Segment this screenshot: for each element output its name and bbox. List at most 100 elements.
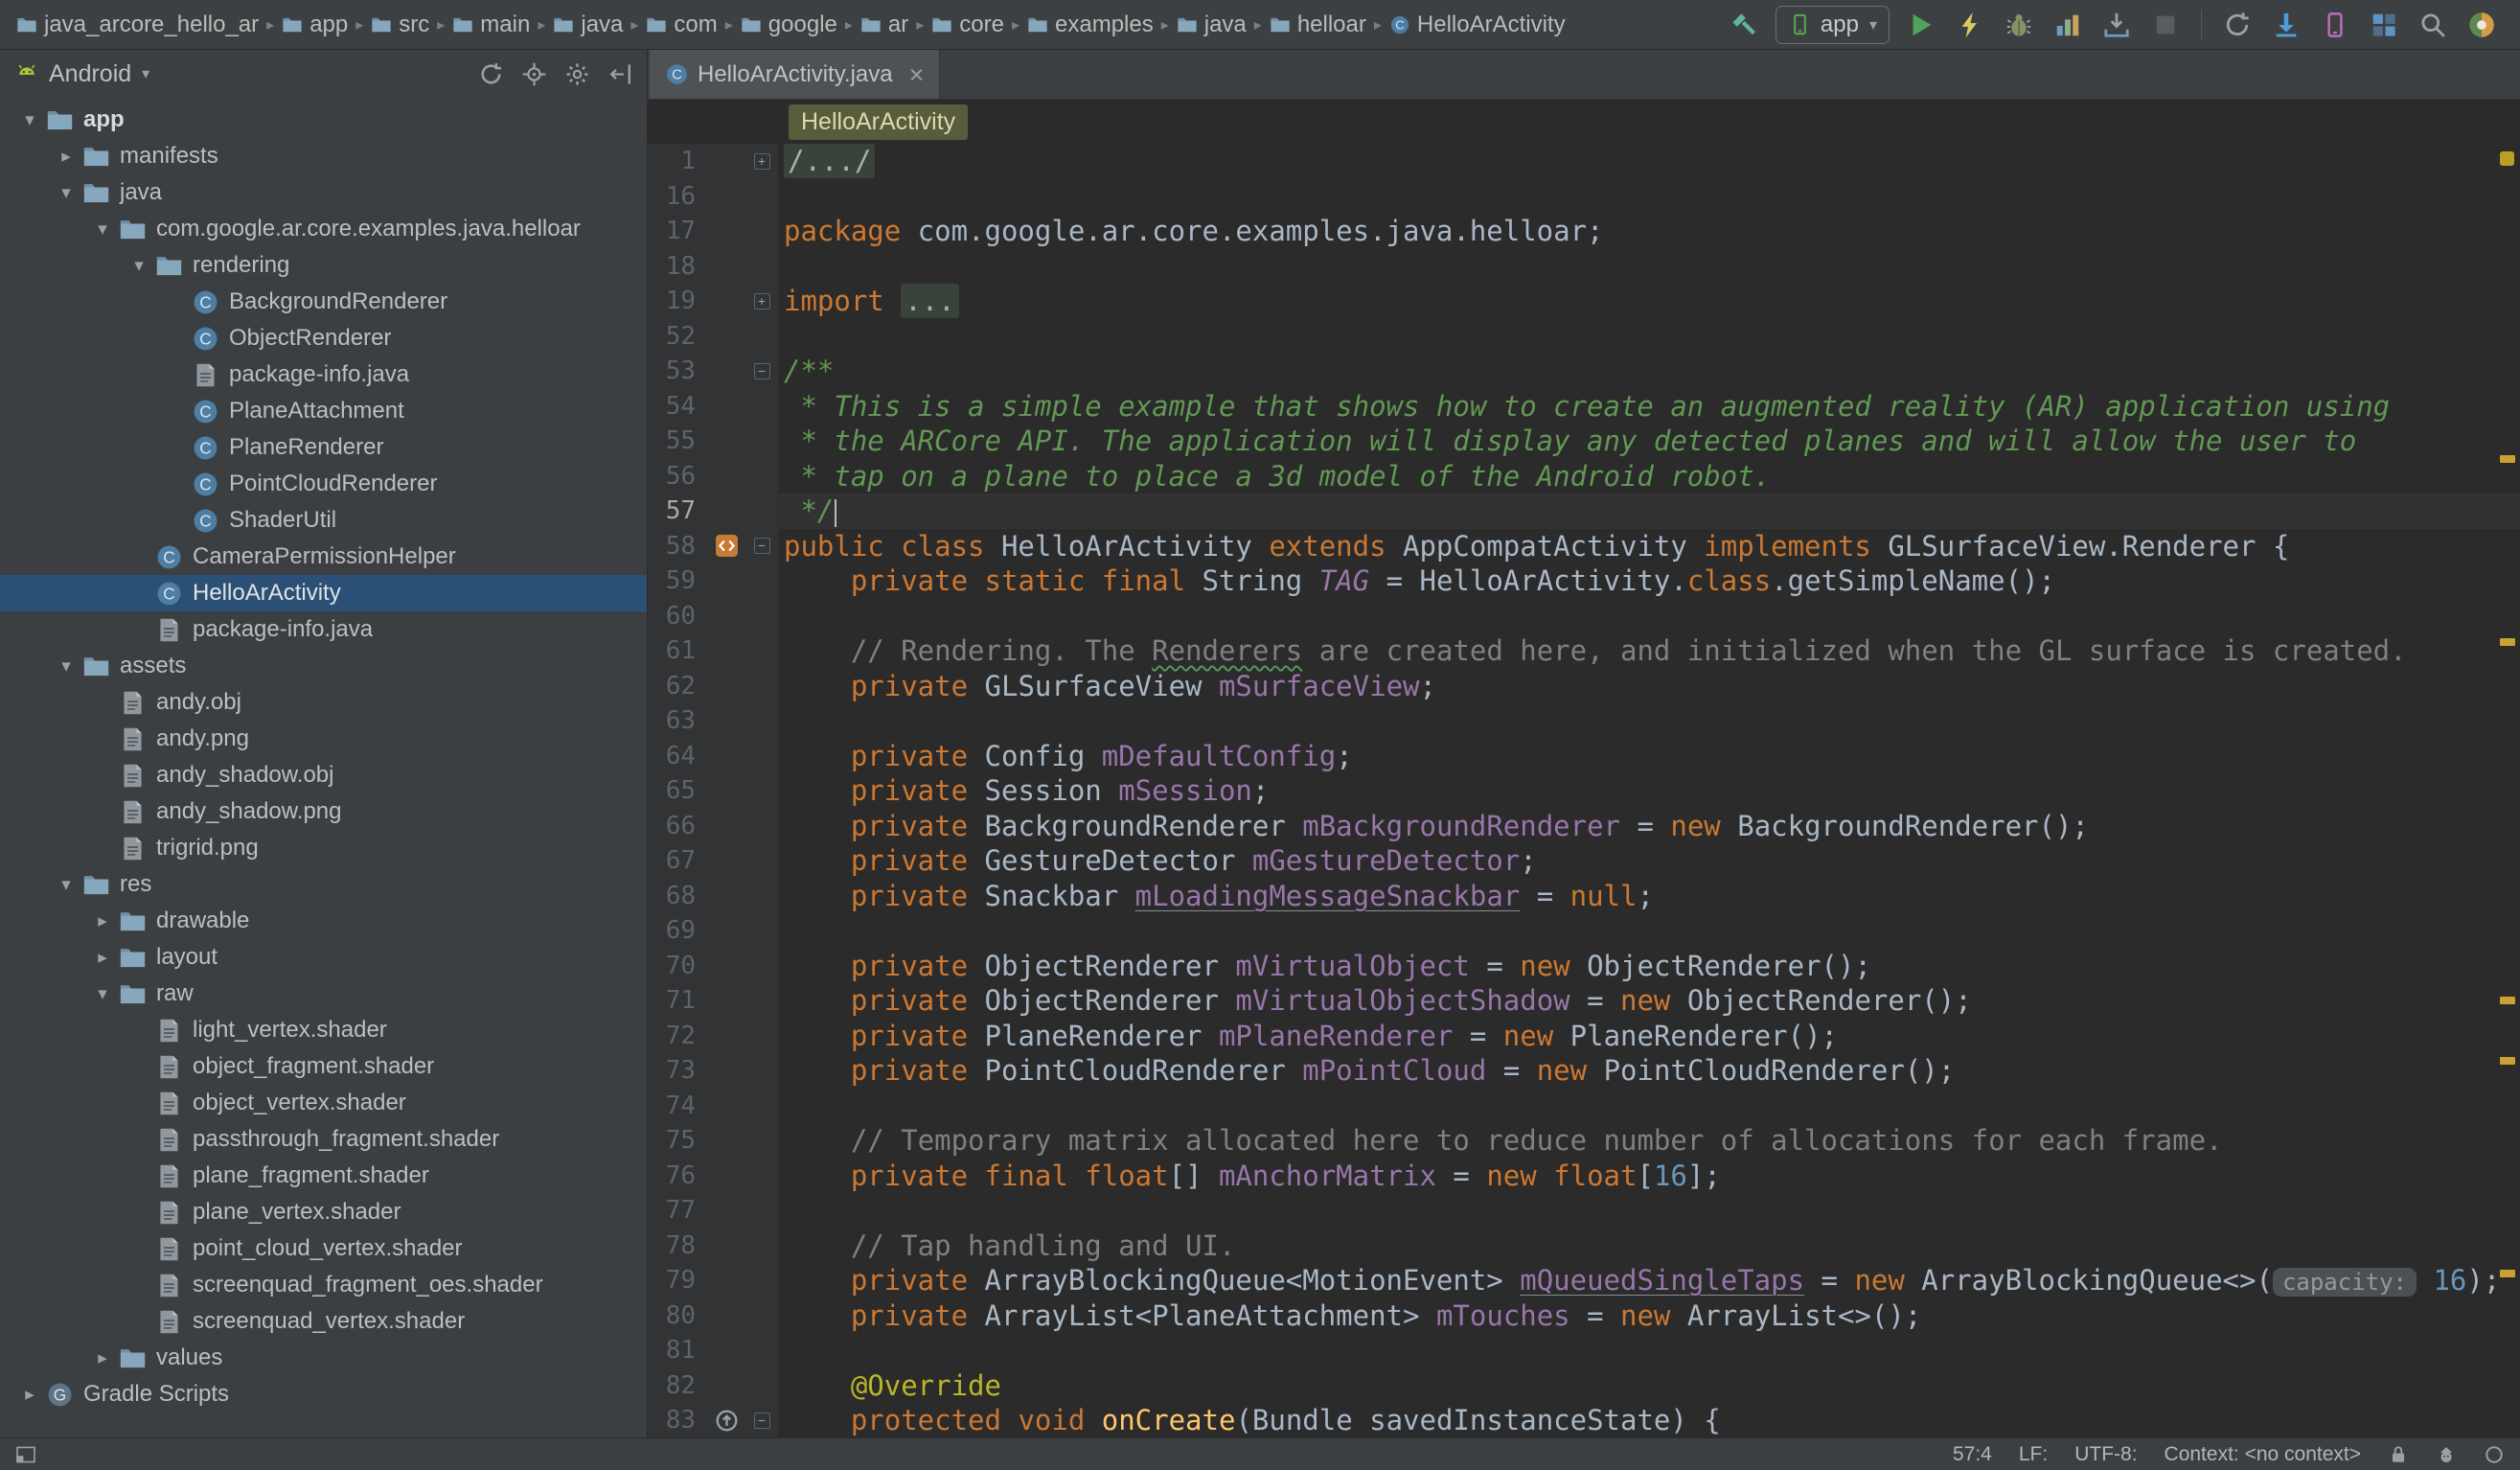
breadcrumb-item-ar[interactable]: ar	[856, 9, 913, 41]
tree-item-object-fragment-shader[interactable]: object_fragment.shader	[0, 1048, 647, 1085]
warning-stripe-mark[interactable]	[2500, 1057, 2515, 1065]
tree-item-manifests[interactable]: ▸manifests	[0, 138, 647, 174]
warning-stripe-mark[interactable]	[2500, 997, 2515, 1004]
code-text[interactable]: // Rendering. The Renderers are created …	[778, 633, 2520, 669]
context-widget[interactable]: Context: <no context>	[2165, 1443, 2361, 1466]
fold-collapse-icon[interactable]: −	[745, 538, 778, 554]
run-config-select[interactable]: app▾	[1775, 6, 1890, 44]
event-log-icon[interactable]	[2484, 1444, 2505, 1465]
breadcrumb-item-helloaractivity[interactable]: CHelloArActivity	[1385, 9, 1570, 41]
profiler-button[interactable]	[2050, 8, 2085, 42]
breadcrumb-item-helloar[interactable]: helloar	[1265, 9, 1371, 41]
tree-item-app[interactable]: ▾app	[0, 102, 647, 138]
code-text[interactable]: * tap on a plane to place a 3d model of …	[778, 459, 2520, 494]
fold-collapse-icon[interactable]: −	[745, 363, 778, 379]
lock-icon[interactable]	[2388, 1444, 2409, 1465]
breadcrumb-item-core[interactable]: core	[927, 9, 1009, 41]
breadcrumb-item-google[interactable]: google	[736, 9, 842, 41]
code-text[interactable]: private ObjectRenderer mVirtualObject = …	[778, 949, 2520, 984]
warning-stripe-mark[interactable]	[2500, 638, 2515, 646]
tree-item-assets[interactable]: ▾assets	[0, 648, 647, 684]
code-text[interactable]: /.../	[778, 144, 2520, 179]
chevron-expanded-icon[interactable]: ▾	[123, 255, 155, 277]
tree-item-gradle-scripts[interactable]: ▸GGradle Scripts	[0, 1376, 647, 1413]
encoding-widget[interactable]: UTF-8:	[2074, 1443, 2137, 1466]
code-text[interactable]: @Override	[778, 1368, 2520, 1404]
tree-item-plane-fragment-shader[interactable]: plane_fragment.shader	[0, 1158, 647, 1194]
tree-item-trigrid-png[interactable]: trigrid.png	[0, 830, 647, 866]
code-text[interactable]: package com.google.ar.core.examples.java…	[778, 214, 2520, 249]
chevron-collapsed-icon[interactable]: ▸	[86, 910, 119, 932]
tree-item-res[interactable]: ▾res	[0, 866, 647, 903]
tree-item-rendering[interactable]: ▾rendering	[0, 247, 647, 284]
warning-stripe-mark[interactable]	[2500, 455, 2515, 463]
tree-item-drawable[interactable]: ▸drawable	[0, 903, 647, 939]
code-text[interactable]: private Snackbar mLoadingMessageSnackbar…	[778, 879, 2520, 914]
tree-item-layout[interactable]: ▸layout	[0, 939, 647, 976]
code-text[interactable]: private ObjectRenderer mVirtualObjectSha…	[778, 983, 2520, 1019]
tree-item-package-info-java[interactable]: package-info.java	[0, 356, 647, 393]
scroll-from-source-icon[interactable]	[478, 61, 504, 87]
tree-item-backgroundrenderer[interactable]: CBackgroundRenderer	[0, 284, 647, 320]
tree-item-helloaractivity[interactable]: CHelloArActivity	[0, 575, 647, 611]
override-method-icon[interactable]	[707, 1408, 745, 1434]
chevron-collapsed-icon[interactable]: ▸	[86, 947, 119, 969]
code-text[interactable]: private Session mSession;	[778, 773, 2520, 809]
caret-position-widget[interactable]: 57:4	[1953, 1443, 1992, 1466]
tree-item-object-vertex-shader[interactable]: object_vertex.shader	[0, 1085, 647, 1121]
code-text[interactable]: import ...	[778, 284, 2520, 319]
tree-item-objectrenderer[interactable]: CObjectRenderer	[0, 320, 647, 356]
code-text[interactable]: private static final String TAG = HelloA…	[778, 563, 2520, 599]
line-separator-widget[interactable]: LF:	[2019, 1443, 2048, 1466]
code-text[interactable]: /**	[778, 354, 2520, 389]
attach-debugger-button[interactable]	[2099, 8, 2134, 42]
fold-expand-icon[interactable]: +	[745, 153, 778, 170]
breadcrumb-item-app[interactable]: app	[277, 9, 353, 41]
tree-item-shaderutil[interactable]: CShaderUtil	[0, 502, 647, 539]
profile-avatar[interactable]	[2464, 8, 2499, 42]
tree-item-com-google-ar-core-examples-java-helloar[interactable]: ▾com.google.ar.core.examples.java.helloa…	[0, 211, 647, 247]
search-everywhere-button[interactable]	[2416, 8, 2450, 42]
code-text[interactable]: private PointCloudRenderer mPointCloud =…	[778, 1053, 2520, 1089]
chevron-expanded-icon[interactable]: ▾	[13, 109, 46, 131]
code-text[interactable]: public class HelloArActivity extends App…	[778, 529, 2520, 564]
tree-item-camerapermissionhelper[interactable]: CCameraPermissionHelper	[0, 539, 647, 575]
chevron-expanded-icon[interactable]: ▾	[86, 218, 119, 241]
tree-item-pointcloudrenderer[interactable]: CPointCloudRenderer	[0, 466, 647, 502]
chevron-expanded-icon[interactable]: ▾	[50, 874, 82, 896]
sdk-manager-button[interactable]	[2269, 8, 2303, 42]
class-declaration-icon[interactable]	[707, 533, 745, 559]
breadcrumb-item-src[interactable]: src	[366, 9, 434, 41]
tree-item-screenquad-fragment-oes-shader[interactable]: screenquad_fragment_oes.shader	[0, 1267, 647, 1303]
code-text[interactable]: private Config mDefaultConfig;	[778, 739, 2520, 774]
code-text[interactable]: private GestureDetector mGestureDetector…	[778, 843, 2520, 879]
code-text[interactable]: protected void onCreate(Bundle savedInst…	[778, 1403, 2520, 1437]
apply-changes-button[interactable]	[1953, 8, 1987, 42]
debug-button[interactable]	[2002, 8, 2036, 42]
tree-item-passthrough-fragment-shader[interactable]: passthrough_fragment.shader	[0, 1121, 647, 1158]
code-text[interactable]: private GLSurfaceView mSurfaceView;	[778, 669, 2520, 704]
code-editor[interactable]: 1+/.../1617package com.google.ar.core.ex…	[648, 144, 2520, 1437]
chevron-collapsed-icon[interactable]: ▸	[13, 1384, 46, 1406]
breadcrumb-item-java[interactable]: java	[1172, 9, 1251, 41]
build-button[interactable]	[1727, 8, 1761, 42]
breadcrumb-item-main[interactable]: main	[447, 9, 535, 41]
tree-item-planeattachment[interactable]: CPlaneAttachment	[0, 393, 647, 429]
code-text[interactable]: // Temporary matrix allocated here to re…	[778, 1123, 2520, 1159]
breadcrumb-item-examples[interactable]: examples	[1022, 9, 1158, 41]
chevron-expanded-icon[interactable]: ▾	[86, 983, 119, 1005]
code-text[interactable]: private BackgroundRenderer mBackgroundRe…	[778, 809, 2520, 844]
tree-item-planerenderer[interactable]: CPlaneRenderer	[0, 429, 647, 466]
breadcrumb-class-chip[interactable]: HelloArActivity	[789, 104, 968, 140]
tree-item-light-vertex-shader[interactable]: light_vertex.shader	[0, 1012, 647, 1048]
avd-manager-button[interactable]	[2318, 8, 2352, 42]
inspections-indicator-icon[interactable]	[2500, 151, 2514, 166]
tree-item-screenquad-vertex-shader[interactable]: screenquad_vertex.shader	[0, 1303, 647, 1340]
code-text[interactable]: // Tap handling and UI.	[778, 1229, 2520, 1264]
chevron-expanded-icon[interactable]: ▾	[50, 182, 82, 204]
close-tab-icon[interactable]: ×	[909, 65, 925, 84]
code-text[interactable]: * the ARCore API. The application will d…	[778, 424, 2520, 459]
fold-collapse-icon[interactable]: −	[745, 1413, 778, 1429]
editor-tab-helloaractivity[interactable]: C HelloArActivity.java ×	[650, 50, 940, 99]
tree-item-values[interactable]: ▸values	[0, 1340, 647, 1376]
